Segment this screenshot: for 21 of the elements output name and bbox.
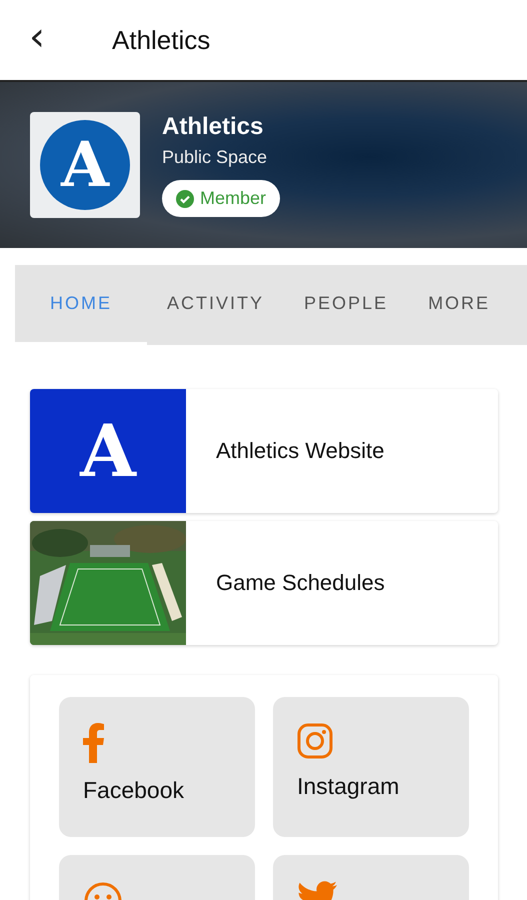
facebook-icon bbox=[83, 723, 105, 763]
instagram-icon bbox=[297, 723, 333, 759]
check-icon bbox=[176, 190, 194, 208]
link-label: Athletics Website bbox=[216, 438, 384, 464]
member-label: Member bbox=[200, 188, 266, 209]
social-label: Instagram bbox=[297, 773, 400, 800]
logo-thumbnail: A bbox=[30, 389, 186, 513]
back-button[interactable]: ‹ bbox=[22, 17, 52, 63]
link-card[interactable]: A Athletics Website bbox=[30, 389, 498, 513]
social-tile[interactable]: Instagram bbox=[273, 697, 469, 837]
tab[interactable]: MORE bbox=[408, 265, 510, 345]
link-card[interactable]: Game Schedules bbox=[30, 521, 498, 645]
page-title: Athletics bbox=[112, 24, 210, 56]
space-logo: A bbox=[30, 112, 140, 218]
social-tile[interactable]: Facebook bbox=[59, 697, 255, 837]
social-label: Facebook bbox=[83, 777, 184, 804]
link-label: Game Schedules bbox=[216, 570, 385, 596]
space-name: Athletics bbox=[162, 113, 264, 141]
tab[interactable]: PEOPLE bbox=[284, 265, 408, 345]
tab[interactable]: ACTIVITY bbox=[147, 265, 284, 345]
space-type: Public Space bbox=[162, 147, 268, 168]
